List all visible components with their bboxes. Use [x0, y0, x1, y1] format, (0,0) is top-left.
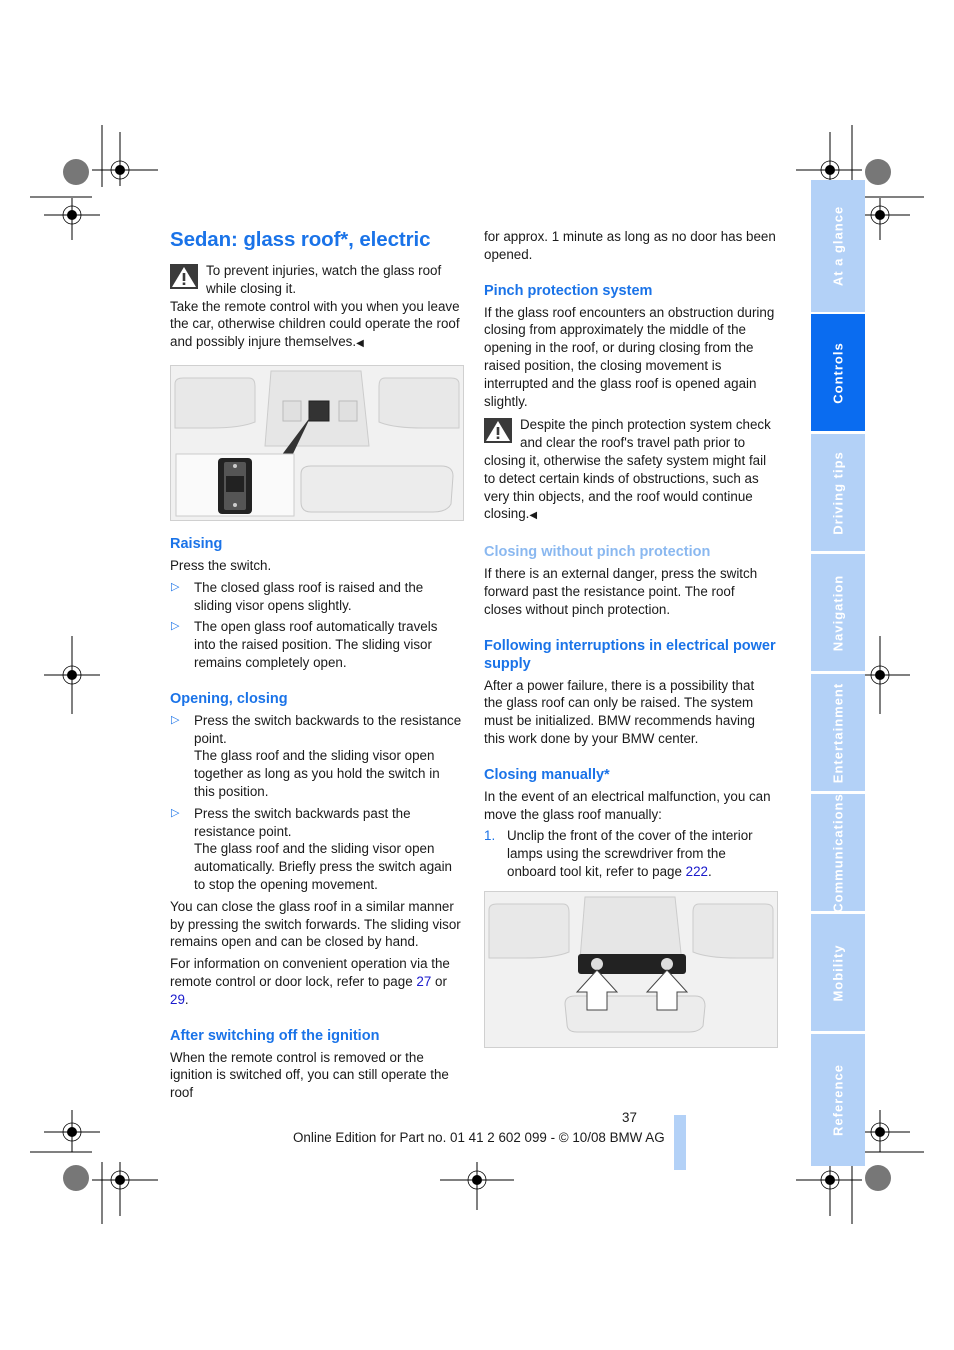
- section-heading-power-interruption: Following interruptions in electrical po…: [484, 637, 776, 672]
- page-link-29[interactable]: 29: [170, 992, 185, 1007]
- page-number: 37: [622, 1110, 637, 1125]
- warning-continued: Take the remote control with you when yo…: [170, 298, 460, 350]
- tab-driving-tips[interactable]: Driving tips: [811, 434, 865, 551]
- raising-intro: Press the switch.: [170, 557, 272, 573]
- tab-reference[interactable]: Reference: [811, 1034, 865, 1166]
- pinch-text: If the glass roof encounters an obstruct…: [484, 304, 775, 409]
- warning-block: To prevent injuries, watch the glass roo…: [170, 262, 462, 353]
- interior-lamp-cover-illustration-icon: [485, 891, 777, 1047]
- section-heading-without-pinch: Closing without pinch protection: [484, 544, 711, 561]
- without-pinch-text: If there is an external danger, press th…: [484, 566, 758, 617]
- power-interruption-text: After a power failure, there is a possib…: [484, 677, 755, 746]
- opening-para-2: For information on convenient operation …: [170, 956, 450, 1007]
- section-heading-pinch-protection: Pinch protection system: [484, 282, 653, 299]
- warning-icon: [484, 418, 512, 444]
- list-item: ▷ The open glass roof automatically trave…: [171, 619, 438, 670]
- figure-lamp-cover: [484, 890, 778, 1048]
- triangle-bullet-icon: ▷: [171, 620, 180, 633]
- page-link-222[interactable]: 222: [686, 864, 708, 879]
- footer-edition: Online Edition for Part no. 01 41 2 602 …: [293, 1130, 665, 1145]
- section-heading-closing-manually: Closing manually*: [484, 766, 610, 783]
- continued-text: for approx. 1 minute as long as no door …: [484, 229, 776, 262]
- warning-icon: [170, 264, 198, 289]
- list-item: ▷ Press the switch backwards past the res…: [171, 805, 453, 892]
- page-title: Sedan: glass roof*, electric: [170, 228, 431, 251]
- figure-roof-switch: [170, 364, 464, 521]
- left-column: Sedan: glass roof*, electric To prevent …: [170, 228, 464, 1106]
- triangle-bullet-icon: ▷: [171, 806, 180, 819]
- list-item: ▷ The closed glass roof is raised and the…: [171, 579, 424, 613]
- tab-entertainment[interactable]: Entertainment: [811, 674, 865, 791]
- warning-text: To prevent injuries, watch the glass roo…: [206, 263, 442, 296]
- triangle-bullet-icon: ▷: [171, 580, 180, 593]
- list-item: 1. Unclip the front of the cover of the i…: [484, 828, 753, 879]
- footer-tab-marker: [674, 1115, 686, 1170]
- list-item: ▷ Press the switch backwards to the resis…: [171, 712, 462, 799]
- end-mark-icon: ◀: [529, 510, 538, 522]
- closing-manually-text: In the event of an electrical malfunctio…: [484, 788, 771, 822]
- triangle-bullet-icon: ▷: [171, 713, 180, 726]
- tab-at-a-glance[interactable]: At a glance: [811, 180, 865, 312]
- right-column: for approx. 1 minute as long as no door …: [484, 228, 778, 1062]
- section-heading-after-ignition: After switching off the ignition: [170, 1027, 380, 1044]
- page-link-27[interactable]: 27: [416, 974, 431, 989]
- after-ignition-text: When the remote control is removed or th…: [170, 1049, 449, 1101]
- warning-block: Despite the pinch protection system chec…: [484, 416, 776, 525]
- warning-text: Despite the pinch protection system chec…: [484, 417, 771, 522]
- tab-mobility[interactable]: Mobility: [811, 914, 865, 1031]
- opening-para-1: You can close the glass roof in a simila…: [170, 898, 461, 950]
- section-heading-opening-closing: Opening, closing: [170, 690, 288, 707]
- roof-switch-illustration-icon: [171, 365, 463, 520]
- tab-communications[interactable]: Communications: [811, 793, 865, 912]
- tab-controls[interactable]: Controls: [811, 314, 865, 431]
- section-heading-raising: Raising: [170, 535, 223, 552]
- end-mark-icon: ◀: [356, 338, 364, 350]
- tab-navigation[interactable]: Navigation: [811, 554, 865, 671]
